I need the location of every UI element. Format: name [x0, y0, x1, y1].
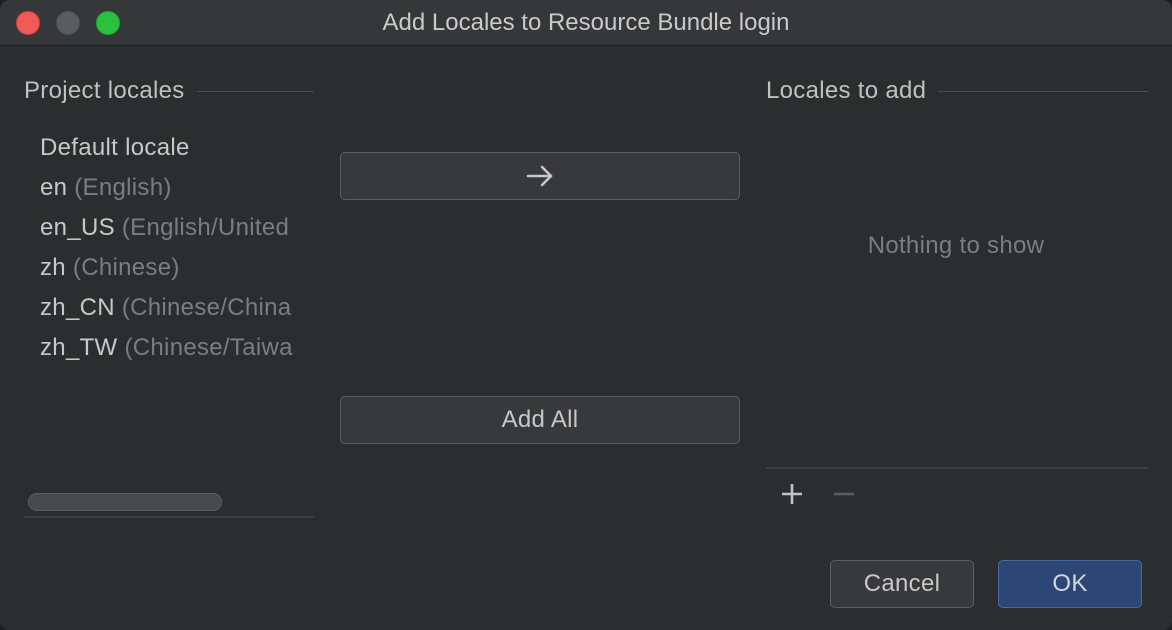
- header-divider: [938, 90, 1148, 92]
- move-to-add-button[interactable]: [340, 152, 740, 200]
- list-item[interactable]: en (English): [40, 168, 172, 208]
- project-locales-header: Project locales: [24, 76, 314, 106]
- list-item[interactable]: zh_TW (Chinese/Taiwa: [40, 328, 293, 368]
- window-title: Add Locales to Resource Bundle login: [382, 9, 790, 36]
- locale-description: (Chinese): [72, 254, 180, 281]
- horizontal-scrollbar[interactable]: [24, 488, 314, 518]
- locale-description: (English/United: [121, 214, 290, 241]
- plus-icon[interactable]: [776, 478, 808, 510]
- project-locales-title: Project locales: [24, 77, 185, 104]
- list-divider: [766, 467, 1148, 469]
- locale-description: (Chinese/China: [121, 294, 292, 321]
- list-item[interactable]: en_US (English/United: [40, 208, 289, 248]
- list-item[interactable]: zh (Chinese): [40, 248, 180, 288]
- locale-code: Default locale: [40, 134, 190, 161]
- list-item[interactable]: Default locale: [40, 128, 190, 168]
- locales-to-add-header: Locales to add: [766, 76, 1148, 106]
- locale-code: zh_CN: [40, 294, 115, 321]
- minus-icon[interactable]: [828, 478, 860, 510]
- arrow-right-icon: [526, 165, 553, 187]
- locale-code: zh: [40, 254, 66, 281]
- locale-code: zh_TW: [40, 334, 118, 361]
- empty-list-text: Nothing to show: [867, 232, 1045, 259]
- ok-button[interactable]: OK: [998, 560, 1142, 608]
- title-bar: Add Locales to Resource Bundle login: [0, 0, 1172, 46]
- add-all-button[interactable]: Add All: [340, 396, 740, 444]
- add-locales-dialog: Add Locales to Resource Bundle login Pro…: [0, 0, 1172, 630]
- locale-description: (Chinese/Taiwa: [124, 334, 293, 361]
- locale-code: en: [40, 174, 68, 201]
- project-locales-list[interactable]: Default locale en (English) en_US (Engli…: [24, 128, 314, 488]
- scrollbar-thumb[interactable]: [28, 493, 222, 511]
- locale-code: en_US: [40, 214, 115, 241]
- cancel-button[interactable]: Cancel: [830, 560, 974, 608]
- header-divider: [196, 90, 314, 92]
- list-item[interactable]: zh_CN (Chinese/China: [40, 288, 291, 328]
- locales-to-add-title: Locales to add: [766, 77, 927, 104]
- locale-description: (English): [74, 174, 172, 201]
